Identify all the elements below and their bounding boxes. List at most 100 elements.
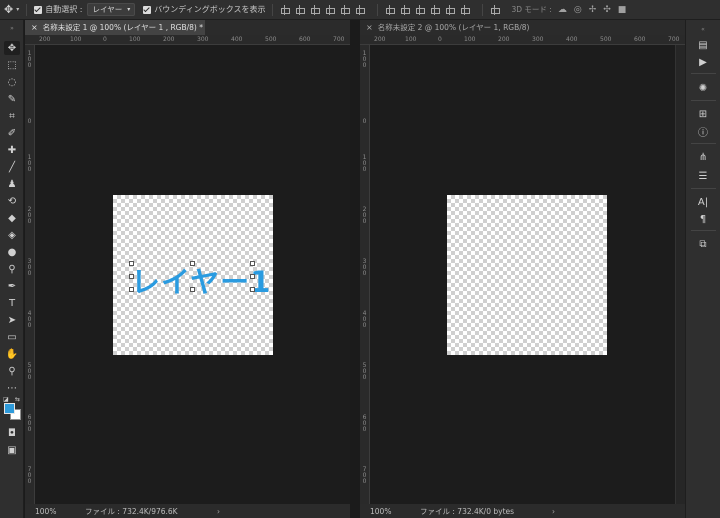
info-panel-icon[interactable]: ⓘ <box>694 124 712 139</box>
pan-3d-icon[interactable]: ✢ <box>589 5 597 15</box>
dodge-tool-icon[interactable]: ⚲ <box>4 262 20 276</box>
vertical-ruler[interactable]: 1 0 0 0 1 0 0 2 0 0 3 0 0 4 0 0 5 0 0 6 … <box>25 45 35 504</box>
zoom-level[interactable]: 100% <box>25 507 65 516</box>
collapse-icon[interactable]: « <box>694 22 712 36</box>
ruler-label: 0 <box>438 36 442 43</box>
canvas-document[interactable] <box>447 195 607 355</box>
transform-handle[interactable] <box>250 261 255 266</box>
zoom-tool-icon[interactable]: ⚲ <box>4 364 20 378</box>
quick-select-tool-icon[interactable]: ✎ <box>4 92 20 106</box>
status-bar: 100% ファイル : 732.4K/0 bytes › <box>360 504 685 518</box>
bounding-box-checkbox[interactable]: バウンディングボックスを表示 <box>143 0 265 20</box>
chevron-right-icon[interactable]: › <box>217 507 220 516</box>
type-tool-icon[interactable]: T <box>4 296 20 310</box>
more-tools-icon[interactable]: ⋯ <box>4 381 20 395</box>
paint-bucket-tool-icon[interactable]: ◈ <box>4 228 20 242</box>
chevron-down-icon: ▾ <box>16 6 20 13</box>
properties-panel-icon[interactable]: ☰ <box>694 169 712 183</box>
screen-mode-icon[interactable]: ▣ <box>4 443 20 457</box>
move-tool-preset[interactable]: ✥ ▾ <box>4 0 19 20</box>
foreground-color-swatch[interactable] <box>4 403 15 414</box>
hand-tool-icon[interactable]: ✋ <box>4 347 20 361</box>
crop-tool-icon[interactable]: ⌗ <box>4 109 20 123</box>
video-camera-icon[interactable]: ■ <box>618 5 627 15</box>
slide-3d-icon[interactable]: ✣ <box>603 5 611 15</box>
vertical-scrollbar[interactable] <box>675 45 685 504</box>
ruler-label: 0 <box>362 118 367 125</box>
close-icon[interactable]: × <box>366 23 373 32</box>
transform-handle[interactable] <box>190 287 195 292</box>
canvas-workspace[interactable]: レイヤー1 <box>35 45 350 504</box>
paragraph-panel-icon[interactable]: ¶ <box>694 212 712 226</box>
divider <box>691 73 716 74</box>
distribute-hcenter-icon[interactable] <box>445 4 456 15</box>
ruler-label: 700 <box>333 36 345 43</box>
ruler-label: 3 0 0 <box>27 258 32 277</box>
align-vertical-center-icon[interactable] <box>295 4 306 15</box>
align-top-icon[interactable] <box>280 4 291 15</box>
ruler-label: 100 <box>129 36 141 43</box>
transform-handle[interactable] <box>190 261 195 266</box>
align-horizontal-center-icon[interactable] <box>340 4 351 15</box>
orbit-3d-icon[interactable]: ☁ <box>558 5 567 15</box>
tab-title: 名称未設定 2 @ 100% (レイヤー 1, RGB/8) <box>377 23 530 32</box>
actions-panel-icon[interactable]: ▶ <box>694 55 712 69</box>
character-panel-icon[interactable]: A| <box>694 195 712 209</box>
brushes-panel-icon[interactable]: ⋔ <box>694 150 712 164</box>
auto-align-icon[interactable] <box>490 4 501 15</box>
libraries-panel-icon[interactable]: ⊞ <box>694 107 712 121</box>
history-brush-tool-icon[interactable]: ⟲ <box>4 194 20 208</box>
ruler-label: 5 0 0 <box>362 362 367 381</box>
horizontal-ruler[interactable]: 200 100 0 100 200 300 400 500 600 700 <box>360 35 685 45</box>
swap-colors-icon[interactable]: ⇆ <box>15 396 20 403</box>
divider <box>691 100 716 101</box>
move-tool-icon[interactable]: ✥ <box>4 41 20 55</box>
document-tab-1[interactable]: × 名称未設定 1 @ 100% (レイヤー 1 , RGB/8) * <box>25 20 205 35</box>
chevron-right-icon[interactable]: › <box>552 507 555 516</box>
document-tab-2[interactable]: × 名称未設定 2 @ 100% (レイヤー 1, RGB/8) <box>360 20 685 35</box>
quick-mask-icon[interactable]: ◘ <box>4 426 20 440</box>
distribute-bottom-icon[interactable] <box>415 4 426 15</box>
eraser-tool-icon[interactable]: ◆ <box>4 211 20 225</box>
transform-handle[interactable] <box>129 261 134 266</box>
distribute-vcenter-icon[interactable] <box>400 4 411 15</box>
distribute-left-icon[interactable] <box>430 4 441 15</box>
auto-select-checkbox[interactable]: 自動選択 : <box>34 0 82 20</box>
history-panel-icon[interactable]: ▤ <box>694 38 712 52</box>
bounding-box-label: バウンディングボックスを表示 <box>154 5 266 14</box>
auto-select-dropdown[interactable]: レイヤー ▾ <box>87 3 136 16</box>
align-left-icon[interactable] <box>325 4 336 15</box>
adjustments-panel-icon[interactable]: ✺ <box>694 81 712 95</box>
transform-handle[interactable] <box>129 287 134 292</box>
distribute-top-icon[interactable] <box>385 4 396 15</box>
transform-handle[interactable] <box>129 274 134 279</box>
vertical-ruler[interactable]: 1 0 0 0 1 0 0 2 0 0 3 0 0 4 0 0 5 0 0 6 … <box>360 45 370 504</box>
close-icon[interactable]: × <box>31 23 38 32</box>
marquee-tool-icon[interactable]: ⬚ <box>4 58 20 72</box>
auto-select-value: レイヤー <box>92 5 123 14</box>
rectangle-tool-icon[interactable]: ▭ <box>4 330 20 344</box>
zoom-level[interactable]: 100% <box>360 507 400 516</box>
collapse-icon[interactable]: » <box>4 21 20 35</box>
layers-panel-icon[interactable]: ⧉ <box>694 237 712 251</box>
transform-handle[interactable] <box>250 287 255 292</box>
align-bottom-icon[interactable] <box>310 4 321 15</box>
lasso-tool-icon[interactable]: ◌ <box>4 75 20 89</box>
clone-stamp-tool-icon[interactable]: ♟ <box>4 177 20 191</box>
blur-tool-icon[interactable]: ● <box>4 245 20 259</box>
canvas-workspace[interactable] <box>370 45 675 504</box>
ruler-label: 4 0 0 <box>362 310 367 329</box>
eyedropper-tool-icon[interactable]: ✐ <box>4 126 20 140</box>
path-selection-tool-icon[interactable]: ➤ <box>4 313 20 327</box>
distribute-right-icon[interactable] <box>460 4 471 15</box>
canvas-document[interactable]: レイヤー1 <box>113 195 273 355</box>
align-right-icon[interactable] <box>355 4 366 15</box>
pen-tool-icon[interactable]: ✒ <box>4 279 20 293</box>
transform-handle[interactable] <box>250 274 255 279</box>
healing-brush-tool-icon[interactable]: ✚ <box>4 143 20 157</box>
chevron-down-icon: ▾ <box>127 6 131 13</box>
brush-tool-icon[interactable]: ╱ <box>4 160 20 174</box>
horizontal-ruler[interactable]: 200 100 0 100 200 300 400 500 600 700 <box>25 35 350 45</box>
roll-3d-icon[interactable]: ◎ <box>574 5 582 15</box>
default-colors-icon[interactable]: ◪ <box>3 396 9 403</box>
